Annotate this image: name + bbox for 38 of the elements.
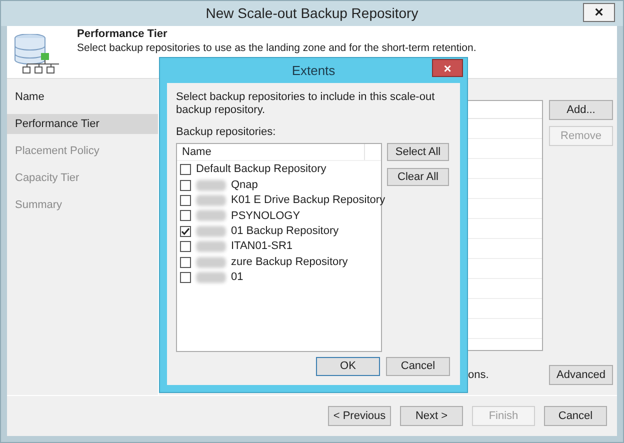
checkbox[interactable] <box>180 226 191 237</box>
checkbox[interactable] <box>180 180 191 191</box>
ok-button[interactable]: OK <box>316 357 380 376</box>
checkbox[interactable] <box>180 194 191 206</box>
repository-name: zure Backup Repository <box>231 254 348 270</box>
wizard-button[interactable]: Next > <box>400 406 463 426</box>
header-subtitle: Select backup repositories to use as the landing zone and for the short-term retention. <box>77 42 476 55</box>
wizard-button[interactable]: Cancel <box>544 406 607 426</box>
advanced-button[interactable]: Advanced <box>549 365 613 385</box>
column-header: Name <box>177 144 365 160</box>
repository-name: Default Backup Repository <box>196 162 326 178</box>
checkbox[interactable] <box>180 256 191 268</box>
window-title: New Scale-out Backup Repository <box>206 4 418 23</box>
checkbox[interactable] <box>180 210 191 222</box>
repository-name: 01 Backup Repository <box>231 224 339 240</box>
repository-name: ITAN01-SR1 <box>231 239 293 254</box>
wizard-button[interactable]: < Previous <box>328 406 391 426</box>
cancel-button[interactable]: Cancel <box>386 357 450 376</box>
close-button[interactable]: × <box>432 59 463 77</box>
wizard-step[interactable]: Name <box>7 87 158 107</box>
dialog-title: Extents <box>292 62 336 80</box>
checkbox[interactable] <box>180 241 191 252</box>
repository-name: 01 <box>231 270 244 286</box>
header-title: Performance Tier <box>77 28 168 41</box>
checkbox[interactable] <box>180 272 191 283</box>
list-button[interactable]: Select All <box>387 143 449 161</box>
repository-name: K01 E Drive Backup Repository <box>231 193 386 208</box>
list-button[interactable]: Clear All <box>387 168 449 186</box>
list-label: Backup repositories: <box>176 126 277 139</box>
database-icon <box>13 34 59 74</box>
checkbox[interactable] <box>180 164 191 176</box>
hint-text: ons. <box>468 368 489 383</box>
close-button[interactable]: × <box>583 3 615 22</box>
repository-name: Qnap <box>231 178 258 193</box>
side-button[interactable]: Add... <box>549 100 613 120</box>
repository-name: PSYNOLOGY <box>231 208 300 224</box>
wizard-step[interactable]: Performance Tier <box>7 114 158 134</box>
instruction-text: Select backup repositories to include in this scale-out backup repository. <box>176 91 436 117</box>
